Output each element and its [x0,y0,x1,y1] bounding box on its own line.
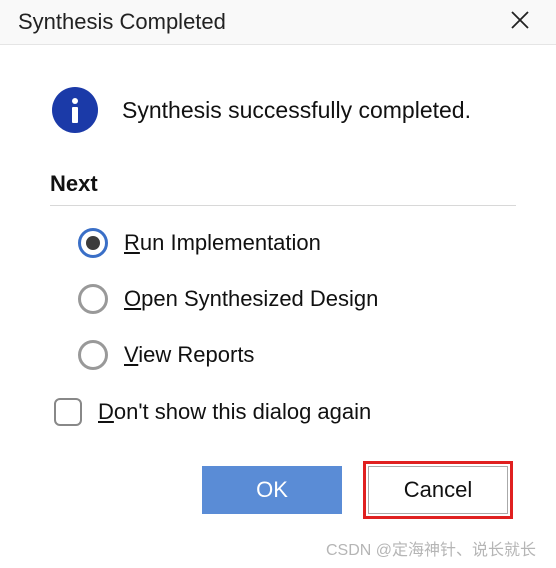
radio-icon [78,284,108,314]
status-message: Synthesis successfully completed. [122,97,471,124]
status-row: Synthesis successfully completed. [50,87,516,133]
next-options: Run Implementation Open Synthesized Desi… [50,228,516,370]
section-heading: Next [50,171,516,206]
cancel-button[interactable]: Cancel [368,466,508,514]
radio-icon [78,340,108,370]
checkbox-label: Don't show this dialog again [98,399,371,425]
radio-icon [78,228,108,258]
option-label: Open Synthesized Design [124,286,378,312]
option-label: View Reports [124,342,254,368]
dont-show-again-checkbox[interactable]: Don't show this dialog again [50,398,516,426]
titlebar: Synthesis Completed [0,0,556,45]
button-row: OK Cancel [50,466,516,514]
window-title: Synthesis Completed [18,9,500,35]
dialog-content: Synthesis successfully completed. Next R… [0,45,556,514]
ok-button[interactable]: OK [202,466,342,514]
watermark-text: CSDN @定海神针、说长就长 [326,536,536,560]
option-view-reports[interactable]: View Reports [78,340,516,370]
info-icon [52,87,98,133]
option-open-synthesized-design[interactable]: Open Synthesized Design [78,284,516,314]
checkbox-icon [54,398,82,426]
option-run-implementation[interactable]: Run Implementation [78,228,516,258]
close-icon [510,10,530,35]
close-button[interactable] [500,2,540,42]
option-label: Run Implementation [124,230,321,256]
